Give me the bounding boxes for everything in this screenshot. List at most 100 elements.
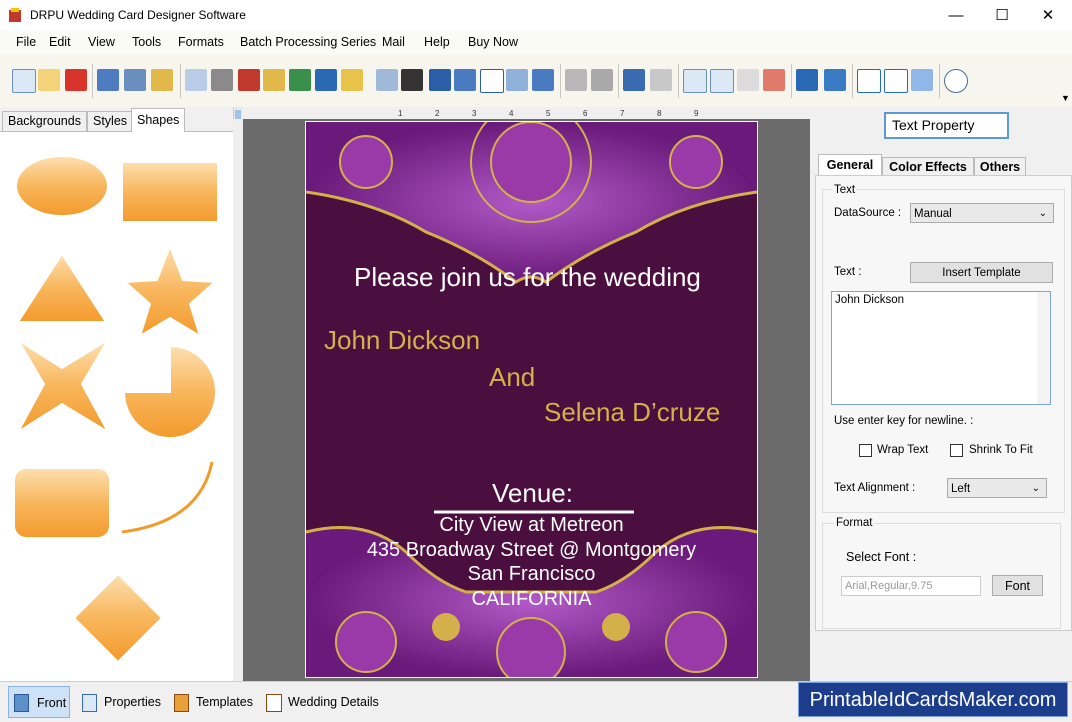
window-title: DRPU Wedding Card Designer Software [30,8,246,22]
font-button[interactable]: Font [992,575,1043,596]
toolbar: ▼ [0,55,1072,108]
menu-buy-now[interactable]: Buy Now [468,35,518,49]
close-file-icon[interactable] [65,69,87,91]
tab-general[interactable]: General [818,154,882,176]
menu-mail[interactable]: Mail [382,35,405,49]
image-icon[interactable] [289,69,311,91]
tab-wedding-details[interactable]: Wedding Details [264,686,384,718]
chevron-down-icon: ⌄ [1038,208,1047,219]
delete-icon[interactable] [763,69,785,91]
menu-help[interactable]: Help [424,35,450,49]
cross-star-shape[interactable] [15,339,111,435]
export-icon[interactable] [151,69,173,91]
undo-icon[interactable] [623,69,645,91]
word-art-icon[interactable] [454,69,476,91]
rectangle-shape[interactable] [121,161,219,223]
copy-icon[interactable] [710,69,734,93]
tab-shapes[interactable]: Shapes [131,108,186,132]
properties-icon[interactable] [185,69,207,91]
text-alignment-select[interactable]: Left ⌄ [947,478,1047,498]
print-preview-icon[interactable] [238,69,260,91]
symbol-icon[interactable] [480,69,504,93]
venue-label[interactable]: Venue: [492,478,573,509]
menu-formats[interactable]: Formats [178,35,224,49]
pen-icon[interactable] [315,69,337,91]
close-button[interactable]: ✕ [1025,0,1071,31]
pie-shape[interactable] [122,344,217,439]
save-as-icon[interactable] [124,69,146,91]
venue-address-1[interactable]: City View at Metreon [306,514,757,537]
tab-color-effects[interactable]: Color Effects [882,157,974,176]
barcode-icon[interactable] [401,69,423,91]
tab-others[interactable]: Others [974,157,1026,176]
toolbar-scroll-down-icon[interactable]: ▼ [1061,93,1070,103]
actual-size-icon[interactable] [884,69,908,93]
print-icon[interactable] [211,69,233,91]
tab-backgrounds[interactable]: Backgrounds [2,111,87,131]
fit-window-icon[interactable] [911,69,933,91]
svg-text:8: 8 [657,109,662,118]
wedding-card[interactable]: Please join us for the wedding John Dick… [305,121,758,678]
bride-name[interactable]: Selena D’cruze [544,397,720,428]
tab-properties[interactable]: Properties [80,686,162,718]
svg-text:1: 1 [398,109,403,118]
tab-styles[interactable]: Styles [87,111,134,131]
menu-view[interactable]: View [88,35,115,49]
menu-edit[interactable]: Edit [49,35,71,49]
datasource-select[interactable]: Manual ⌄ [910,203,1054,223]
new-icon[interactable] [12,69,36,93]
triangle-shape[interactable] [16,252,108,323]
paste-icon[interactable] [737,69,759,91]
ellipse-shape[interactable] [15,155,109,217]
arc-shape[interactable] [121,461,214,534]
open-icon[interactable] [38,69,60,91]
grid-icon[interactable] [857,69,881,93]
line-icon[interactable] [532,69,554,91]
templates-icon [174,694,189,712]
send-back-icon[interactable] [824,69,846,91]
menu-batch-processing[interactable]: Batch Processing Series [240,35,376,49]
database-icon[interactable] [565,69,587,91]
wrap-text-checkbox[interactable] [859,444,872,457]
maximize-button[interactable]: ☐ [979,0,1025,31]
font-field[interactable]: Arial,Regular,9.75 [841,576,981,596]
toolbar-separator [180,64,181,98]
rounded-rectangle-shape[interactable] [13,467,111,539]
shrink-to-fit-label: Shrink To Fit [969,444,1033,456]
text-scrollbar[interactable] [1037,292,1050,404]
menu-file[interactable]: File [16,35,36,49]
groom-name[interactable]: John Dickson [324,325,480,356]
gift-icon[interactable] [263,69,285,91]
mail-icon[interactable] [506,69,528,91]
save-icon[interactable] [97,69,119,91]
bring-front-icon[interactable] [796,69,818,91]
text-input[interactable]: John Dickson [831,291,1051,405]
venue-address-3[interactable]: San Francisco [306,563,757,586]
invite-line[interactable]: Please join us for the wedding [354,262,701,293]
venue-address-4[interactable]: CALIFORNIA [306,588,757,611]
zoom-icon[interactable] [944,69,968,93]
minimize-button[interactable]: — [933,0,979,31]
redo-icon[interactable] [650,69,672,91]
text-icon[interactable] [429,69,451,91]
toolbar-separator [852,64,853,98]
menu-tools[interactable]: Tools [132,35,161,49]
tab-wedding-details-label: Wedding Details [288,695,379,709]
shrink-to-fit-checkbox[interactable] [950,444,963,457]
and-text[interactable]: And [489,362,535,393]
star-shape[interactable] [122,243,218,339]
cut-icon[interactable] [683,69,707,93]
shape-icon[interactable] [341,69,363,91]
svg-text:2: 2 [435,109,440,118]
insert-template-button[interactable]: Insert Template [910,262,1053,283]
diamond-shape[interactable] [72,572,164,664]
watermark-icon[interactable] [376,69,398,91]
tab-front[interactable]: Front [8,686,70,718]
svg-text:9: 9 [694,109,699,118]
venue-address-2[interactable]: 435 Broadway Street @ Montgomery [306,539,757,562]
title-bar: DRPU Wedding Card Designer Software — ☐ … [0,0,1072,31]
newline-hint: Use enter key for newline. : [834,415,974,427]
wedding-details-icon [266,694,282,712]
database-settings-icon[interactable] [591,69,613,91]
tab-templates[interactable]: Templates [172,686,254,718]
